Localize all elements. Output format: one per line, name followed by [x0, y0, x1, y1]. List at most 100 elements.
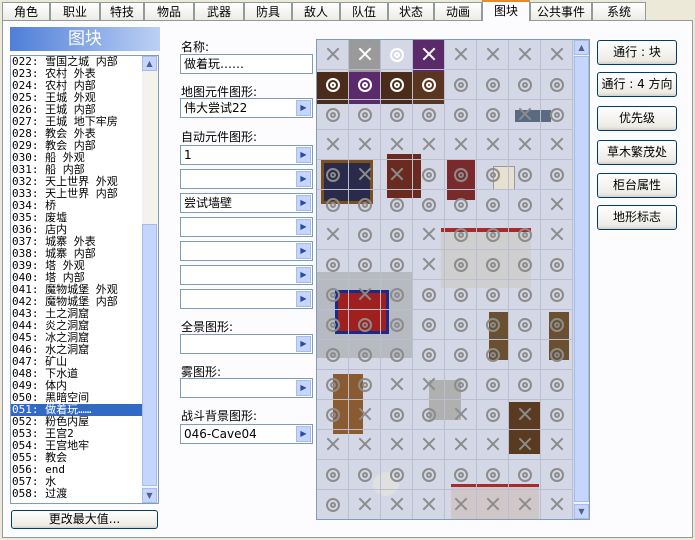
tile-cell[interactable]: [509, 100, 541, 130]
list-item[interactable]: 058: 过渡: [11, 488, 142, 500]
mode-button-4[interactable]: 柜台属性: [597, 173, 677, 198]
tile-cell[interactable]: [445, 460, 477, 490]
tab-1[interactable]: 职业: [50, 2, 100, 20]
tile-cell[interactable]: [349, 280, 381, 310]
tile-cell[interactable]: [477, 100, 509, 130]
tile-cell[interactable]: [541, 70, 573, 100]
mode-button-5[interactable]: 地形标志: [597, 205, 677, 230]
fog-field[interactable]: ▶: [180, 378, 313, 398]
tile-cell[interactable]: [413, 130, 445, 160]
tile-cell[interactable]: [509, 490, 541, 519]
tile-cell[interactable]: [541, 460, 573, 490]
scroll-thumb[interactable]: [574, 56, 589, 502]
tab-7[interactable]: 队伍: [340, 2, 388, 20]
tile-cell[interactable]: [381, 160, 413, 190]
browse-icon[interactable]: ▶: [296, 219, 311, 235]
browse-icon[interactable]: ▶: [296, 195, 311, 211]
tile-cell[interactable]: [445, 190, 477, 220]
tab-12[interactable]: 系统: [592, 2, 646, 20]
tile-cell[interactable]: [509, 130, 541, 160]
tile-cell[interactable]: [509, 40, 541, 70]
tile-cell[interactable]: [349, 250, 381, 280]
tile-cell[interactable]: [317, 70, 349, 100]
tile-cell[interactable]: [349, 160, 381, 190]
tile-cell[interactable]: [413, 160, 445, 190]
tile-cell[interactable]: [509, 190, 541, 220]
scroll-down-icon[interactable]: ▼: [142, 488, 157, 503]
tile-cell[interactable]: [317, 430, 349, 460]
tile-cell[interactable]: [349, 490, 381, 519]
tile-cell[interactable]: [317, 460, 349, 490]
tile-cell[interactable]: [349, 310, 381, 340]
browse-icon[interactable]: ▶: [296, 336, 311, 352]
scroll-thumb[interactable]: [142, 224, 157, 486]
tile-cell[interactable]: [445, 70, 477, 100]
tile-cell[interactable]: [413, 70, 445, 100]
tab-10[interactable]: 图块: [482, 0, 530, 21]
tile-cell[interactable]: [541, 160, 573, 190]
tile-cell[interactable]: [349, 40, 381, 70]
tile-cell[interactable]: [317, 340, 349, 370]
tile-cell[interactable]: [477, 460, 509, 490]
tile-cell[interactable]: [477, 160, 509, 190]
tile-cell[interactable]: [381, 310, 413, 340]
tile-cell[interactable]: [381, 220, 413, 250]
tab-4[interactable]: 武器: [194, 2, 244, 20]
autotile-field[interactable]: ▶: [180, 217, 313, 237]
tile-cell[interactable]: [413, 460, 445, 490]
tile-cell[interactable]: [541, 430, 573, 460]
tile-cell[interactable]: [509, 220, 541, 250]
tile-cell[interactable]: [349, 340, 381, 370]
tile-cell[interactable]: [477, 490, 509, 519]
change-max-button[interactable]: 更改最大值...: [11, 510, 158, 529]
tile-cell[interactable]: [541, 490, 573, 519]
mode-button-0[interactable]: 通行 : 块: [597, 40, 677, 65]
browse-icon[interactable]: ▶: [296, 243, 311, 259]
tile-cell[interactable]: [445, 400, 477, 430]
tile-cell[interactable]: [541, 280, 573, 310]
tile-cell[interactable]: [477, 370, 509, 400]
tile-cell[interactable]: [477, 400, 509, 430]
tile-cell[interactable]: [413, 370, 445, 400]
tile-cell[interactable]: [381, 100, 413, 130]
tile-cell[interactable]: [349, 190, 381, 220]
autotile-field[interactable]: 1 ▶: [180, 145, 313, 165]
autotile-field[interactable]: ▶: [180, 289, 313, 309]
tile-cell[interactable]: [413, 310, 445, 340]
tile-cell[interactable]: [413, 400, 445, 430]
tile-cell[interactable]: [509, 430, 541, 460]
tab-2[interactable]: 特技: [100, 2, 144, 20]
browse-icon[interactable]: ▶: [296, 267, 311, 283]
tile-cell[interactable]: [349, 430, 381, 460]
tile-cell[interactable]: [381, 40, 413, 70]
tile-cell[interactable]: [541, 190, 573, 220]
tile-cell[interactable]: [445, 490, 477, 519]
panorama-field[interactable]: ▶: [180, 334, 313, 354]
tile-cell[interactable]: [317, 100, 349, 130]
autotile-field[interactable]: ▶: [180, 241, 313, 261]
tile-cell[interactable]: [413, 40, 445, 70]
tile-cell[interactable]: [541, 250, 573, 280]
tileset-list[interactable]: 022: 雪国之城 内部 023: 农村 外表 024: 农村 内部 025: 王城 …: [10, 55, 159, 504]
tile-cell[interactable]: [541, 340, 573, 370]
tile-cell[interactable]: [413, 490, 445, 519]
scroll-up-icon[interactable]: ▲: [142, 56, 157, 71]
tile-cell[interactable]: [541, 40, 573, 70]
tile-cell[interactable]: [317, 370, 349, 400]
tile-cell[interactable]: [381, 430, 413, 460]
mode-button-3[interactable]: 草木繁茂处: [597, 140, 677, 165]
scroll-down-icon[interactable]: ▼: [574, 504, 589, 519]
tile-cell[interactable]: [541, 400, 573, 430]
tile-cell[interactable]: [413, 100, 445, 130]
tile-cell[interactable]: [509, 280, 541, 310]
tab-5[interactable]: 防具: [244, 2, 292, 20]
tile-cell[interactable]: [541, 100, 573, 130]
tile-cell[interactable]: [477, 250, 509, 280]
tile-cell[interactable]: [509, 460, 541, 490]
tile-cell[interactable]: [381, 130, 413, 160]
tab-9[interactable]: 动画: [434, 2, 482, 20]
tile-cell[interactable]: [477, 190, 509, 220]
tile-cell[interactable]: [381, 460, 413, 490]
tile-cell[interactable]: [413, 250, 445, 280]
tile-cell[interactable]: [541, 370, 573, 400]
